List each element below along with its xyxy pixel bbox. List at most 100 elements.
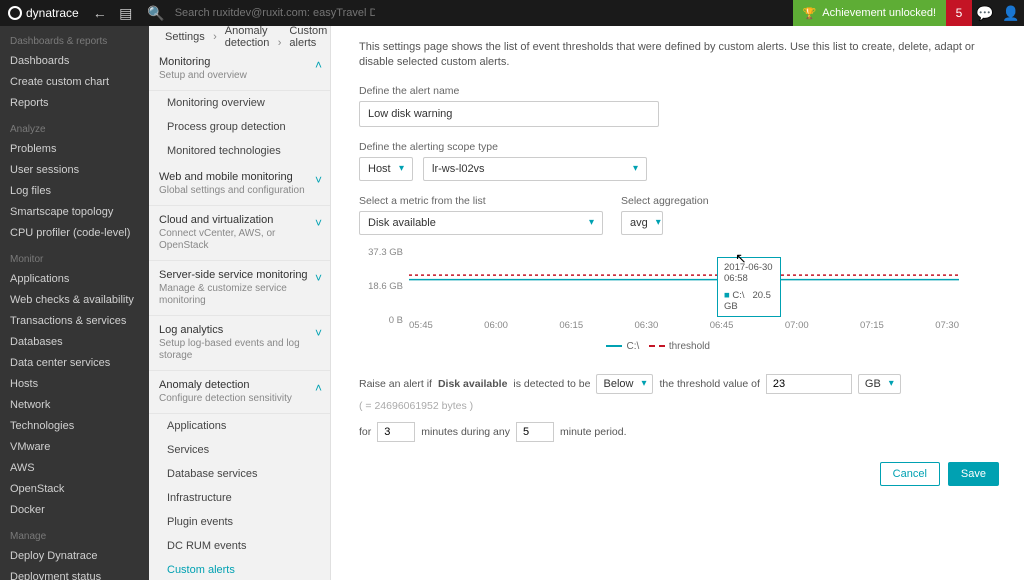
sidebar-item[interactable]: Problems (0, 139, 149, 160)
back-icon[interactable]: ← (87, 0, 113, 26)
breadcrumb-item[interactable]: Custom alerts (281, 26, 331, 49)
settings-subitem[interactable]: Monitored technologies (149, 139, 330, 163)
sidebar-item[interactable]: Data center services (0, 353, 149, 374)
settings-subitem[interactable]: Process group detection (149, 115, 330, 139)
sidebar-section: Analyze (0, 114, 149, 139)
duration-sentence: for minutes during any minute period. (359, 422, 996, 442)
sidebar-item[interactable]: AWS (0, 458, 149, 479)
settings-subitem[interactable]: Infrastructure (149, 486, 330, 510)
search-wrap: 🔍 (143, 0, 375, 26)
sidebar-item[interactable]: Network (0, 395, 149, 416)
sidebar-item[interactable]: Dashboards (0, 51, 149, 72)
sidebar-item[interactable]: Transactions & services (0, 311, 149, 332)
settings-subitem[interactable]: Database services (149, 462, 330, 486)
settings-group[interactable]: Anomaly detectionConfigure detection sen… (149, 371, 330, 414)
breadcrumb-item[interactable]: Settings (157, 31, 213, 43)
settings-group[interactable]: Monitoring Setup and overview˄ (149, 48, 330, 91)
settings-group-desc: Configure detection sensitivity (159, 393, 320, 405)
brand-logo[interactable]: dynatrace (0, 6, 87, 20)
alert-name-input[interactable] (359, 101, 659, 127)
chart-xtick: 06:30 (635, 320, 659, 331)
achievement-banner[interactable]: 🏆 Achievement unlocked! (793, 0, 946, 26)
legend-item: C:\ (602, 341, 644, 352)
settings-group-title: Monitoring (159, 56, 320, 68)
chart-tooltip: 2017-06-30 06:58■ C:\ 20.5 GB (717, 257, 781, 317)
settings-group-title: Log analytics (159, 324, 320, 336)
settings-group-title: Web and mobile monitoring (159, 171, 320, 183)
settings-group[interactable]: Cloud and virtualization Connect vCenter,… (149, 206, 330, 261)
chevron-icon: ˅ (315, 216, 322, 230)
chart-ytick: 18.6 GB (359, 281, 403, 292)
settings-group-desc: Connect vCenter, AWS, or OpenStack (159, 228, 320, 252)
dynatrace-icon (8, 6, 22, 20)
search-icon[interactable]: 🔍 (143, 0, 169, 26)
metric-label: Select a metric from the list (359, 195, 603, 207)
threshold-sentence: Raise an alert if Disk available is dete… (359, 374, 996, 412)
settings-group-desc: Setup and overview (159, 70, 320, 82)
threshold-input[interactable] (766, 374, 852, 394)
breadcrumb-item[interactable]: Anomaly detection (217, 26, 278, 49)
chat-icon[interactable]: 💬 (972, 0, 998, 26)
sidebar-item[interactable]: Technologies (0, 416, 149, 437)
bytes-readout: ( = 24696061952 bytes ) (359, 400, 473, 412)
sidebar-item[interactable]: Web checks & availability (0, 290, 149, 311)
settings-subitem[interactable]: Services (149, 438, 330, 462)
cancel-button[interactable]: Cancel (880, 462, 940, 486)
sidebar-item[interactable]: Smartscape topology (0, 202, 149, 223)
sidebar-item[interactable]: Deployment status (0, 567, 149, 580)
chevron-icon: ˅ (315, 271, 322, 285)
settings-group-title: Cloud and virtualization (159, 214, 320, 226)
window-minutes-input[interactable] (516, 422, 554, 442)
notification-count[interactable]: 5 (946, 0, 972, 26)
chart-ytick: 37.3 GB (359, 247, 403, 258)
sidebar-item[interactable]: VMware (0, 437, 149, 458)
save-button[interactable]: Save (948, 462, 999, 486)
breadcrumb: Settings Anomaly detectionCustom alerts (149, 26, 330, 48)
settings-group[interactable]: Log analyticsSetup log-based events and … (149, 316, 330, 371)
settings-subitem[interactable]: Custom alerts (149, 558, 330, 580)
sidebar-item[interactable]: OpenStack (0, 479, 149, 500)
settings-group[interactable]: Server-side service monitoringManage & c… (149, 261, 330, 316)
scope-type-select[interactable]: Host▾ (359, 157, 413, 181)
duration-minutes-input[interactable] (377, 422, 415, 442)
sidebar-item[interactable]: Databases (0, 332, 149, 353)
sidebar-item[interactable]: Hosts (0, 374, 149, 395)
sidebar-item[interactable]: CPU profiler (code-level) (0, 223, 149, 244)
agg-select[interactable]: avg▾ (621, 211, 663, 235)
chevron-down-icon: ▾ (889, 378, 894, 389)
settings-subitem[interactable]: Monitoring overview (149, 91, 330, 115)
sidebar-item[interactable]: Docker (0, 500, 149, 521)
chart-legend: C:\ threshold (359, 341, 959, 352)
sidebar-item[interactable]: Reports (0, 93, 149, 114)
menu-icon[interactable]: ▤ (113, 0, 139, 26)
condition-select[interactable]: Below▾ (596, 374, 653, 394)
chevron-icon: ˅ (315, 326, 322, 340)
sidebar-item[interactable]: User sessions (0, 160, 149, 181)
metric-select[interactable]: Disk available▾ (359, 211, 603, 235)
metric-chart: 2017-06-30 06:58■ C:\ 20.5 GB 05:4506:00… (359, 249, 959, 339)
settings-subitem[interactable]: Plugin events (149, 510, 330, 534)
brand-text: dynatrace (26, 6, 79, 20)
page-intro: This settings page shows the list of eve… (359, 40, 996, 71)
sidebar-item[interactable]: Deploy Dynatrace (0, 546, 149, 567)
search-input[interactable] (175, 7, 375, 19)
chevron-icon: ˄ (315, 58, 322, 72)
settings-panel: SettingsAnomaly detectionCustom alerts M… (149, 26, 331, 580)
sidebar-section: Manage (0, 521, 149, 546)
unit-select[interactable]: GB▾ (858, 374, 901, 394)
chevron-icon: ˅ (315, 173, 322, 187)
settings-subitem[interactable]: Applications (149, 414, 330, 438)
user-icon[interactable]: 👤 (998, 0, 1024, 26)
chevron-down-icon: ▾ (656, 217, 661, 228)
settings-subitem[interactable]: DC RUM events (149, 534, 330, 558)
sidebar-item[interactable]: Create custom chart (0, 72, 149, 93)
sidebar-item[interactable]: Applications (0, 269, 149, 290)
scope-target-select[interactable]: lr-ws-l02vs▾ (423, 157, 647, 181)
chart-xtick: 06:45 (710, 320, 734, 331)
settings-group[interactable]: Web and mobile monitoringGlobal settings… (149, 163, 330, 206)
agg-label: Select aggregation (621, 195, 709, 207)
chart-xtick: 05:45 (409, 320, 433, 331)
sidebar-section: Monitor (0, 244, 149, 269)
settings-group-desc: Manage & customize service monitoring (159, 283, 320, 307)
sidebar-item[interactable]: Log files (0, 181, 149, 202)
